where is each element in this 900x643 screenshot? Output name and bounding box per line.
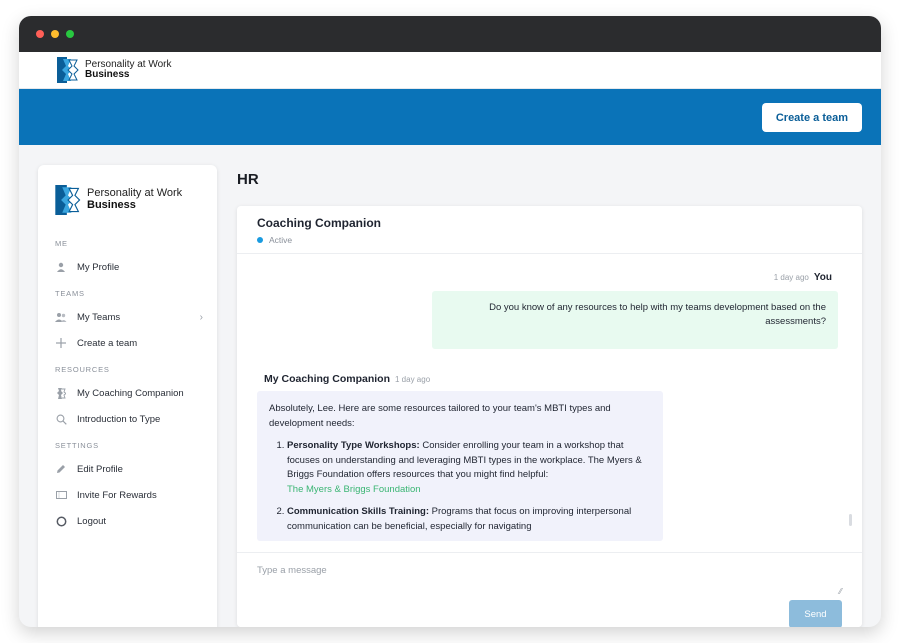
message-list[interactable]: 1 day ago You Do you know of any resourc… <box>237 255 862 552</box>
brand-tier: Business <box>87 199 136 211</box>
message-sender: My Coaching Companion <box>264 373 390 385</box>
sidebar-item-label: Logout <box>77 515 107 527</box>
sidebar-item-logout[interactable]: Logout <box>55 511 205 531</box>
bot-message-intro: Absolutely, Lee. Here are some resources… <box>269 403 611 429</box>
bot-message-bubble: Absolutely, Lee. Here are some resources… <box>257 391 663 541</box>
chat-title: Coaching Companion <box>257 216 381 230</box>
search-icon <box>55 413 67 425</box>
page-title: HR <box>237 171 259 188</box>
sidebar-item-label: My Teams <box>77 311 121 323</box>
close-window-button[interactable] <box>36 30 44 38</box>
sidebar-item-introduction-to-type[interactable]: Introduction to Type <box>55 409 205 429</box>
message-input[interactable] <box>257 565 843 593</box>
ticket-icon <box>55 489 67 501</box>
status-indicator: Active <box>257 235 292 245</box>
send-button[interactable]: Send <box>789 600 842 627</box>
sidebar-item-coaching-companion[interactable]: My Coaching Companion <box>55 383 205 403</box>
resize-handle-icon[interactable]: ⁄⁄ <box>839 587 842 596</box>
sidebar: Personality at Work Business ME My Profi… <box>38 165 217 627</box>
top-navbar: Personality at Work Business <box>19 52 881 89</box>
list-item: Personality Type Workshops: Consider enr… <box>287 439 651 497</box>
brand-tier: Business <box>85 69 130 80</box>
bot-message-meta: My Coaching Companion 1 day ago <box>264 373 430 385</box>
chevron-right-icon: › <box>199 311 203 323</box>
minimize-window-button[interactable] <box>51 30 59 38</box>
message-composer: ⁄⁄ Send <box>237 552 862 627</box>
header-banner: Create a team <box>19 89 881 145</box>
pencil-icon <box>55 463 67 475</box>
logout-icon <box>55 515 67 527</box>
user-icon <box>55 261 67 273</box>
message-sender: You <box>813 272 832 283</box>
sidebar-item-label: Invite For Rewards <box>77 489 157 501</box>
logo-icon <box>55 185 81 215</box>
sidebar-item-label: My Coaching Companion <box>77 387 184 399</box>
sidebar-item-label: Edit Profile <box>77 463 123 475</box>
section-label-settings: SETTINGS <box>55 441 99 450</box>
chat-panel: Coaching Companion Active 1 day ago You … <box>237 206 862 627</box>
user-message-meta: 1 day ago You <box>774 272 832 283</box>
create-team-button[interactable]: Create a team <box>761 103 862 132</box>
user-message-bubble: Do you know of any resources to help wit… <box>432 291 838 349</box>
resource-list: Personality Type Workshops: Consider enr… <box>269 439 651 534</box>
list-item-title: Communication Skills Training: <box>287 506 429 517</box>
sidebar-item-label: Create a team <box>77 337 138 349</box>
window-titlebar <box>19 16 881 52</box>
companion-icon <box>55 387 67 399</box>
myers-briggs-foundation-link[interactable]: The Myers & Briggs Foundation <box>287 484 421 495</box>
status-dot-icon <box>257 237 263 243</box>
sidebar-item-invite-for-rewards[interactable]: Invite For Rewards <box>55 485 205 505</box>
logo-icon <box>57 57 79 83</box>
brand-logo[interactable]: Personality at Work Business <box>57 57 172 83</box>
sidebar-item-edit-profile[interactable]: Edit Profile <box>55 459 205 479</box>
section-label-me: ME <box>55 239 68 248</box>
scrollbar-thumb[interactable] <box>849 514 852 526</box>
message-timestamp: 1 day ago <box>395 375 431 384</box>
list-item: Communication Skills Training: Programs … <box>287 505 651 534</box>
message-timestamp: 1 day ago <box>773 273 809 282</box>
sidebar-item-my-teams[interactable]: My Teams › <box>55 307 205 327</box>
list-item-title: Personality Type Workshops: <box>287 440 420 451</box>
team-icon <box>55 311 67 323</box>
sidebar-item-label: Introduction to Type <box>77 413 161 425</box>
chat-header: Coaching Companion Active <box>237 206 862 254</box>
plus-icon <box>55 337 67 349</box>
maximize-window-button[interactable] <box>66 30 74 38</box>
section-label-resources: RESOURCES <box>55 365 110 374</box>
sidebar-item-my-profile[interactable]: My Profile <box>55 257 205 277</box>
sidebar-item-create-team[interactable]: Create a team <box>55 333 205 353</box>
status-text: Active <box>269 235 293 245</box>
sidebar-item-label: My Profile <box>77 261 120 273</box>
sidebar-logo[interactable]: Personality at Work Business <box>55 185 182 215</box>
section-label-teams: TEAMS <box>55 289 85 298</box>
app-window: Personality at Work Business Create a te… <box>19 16 881 627</box>
